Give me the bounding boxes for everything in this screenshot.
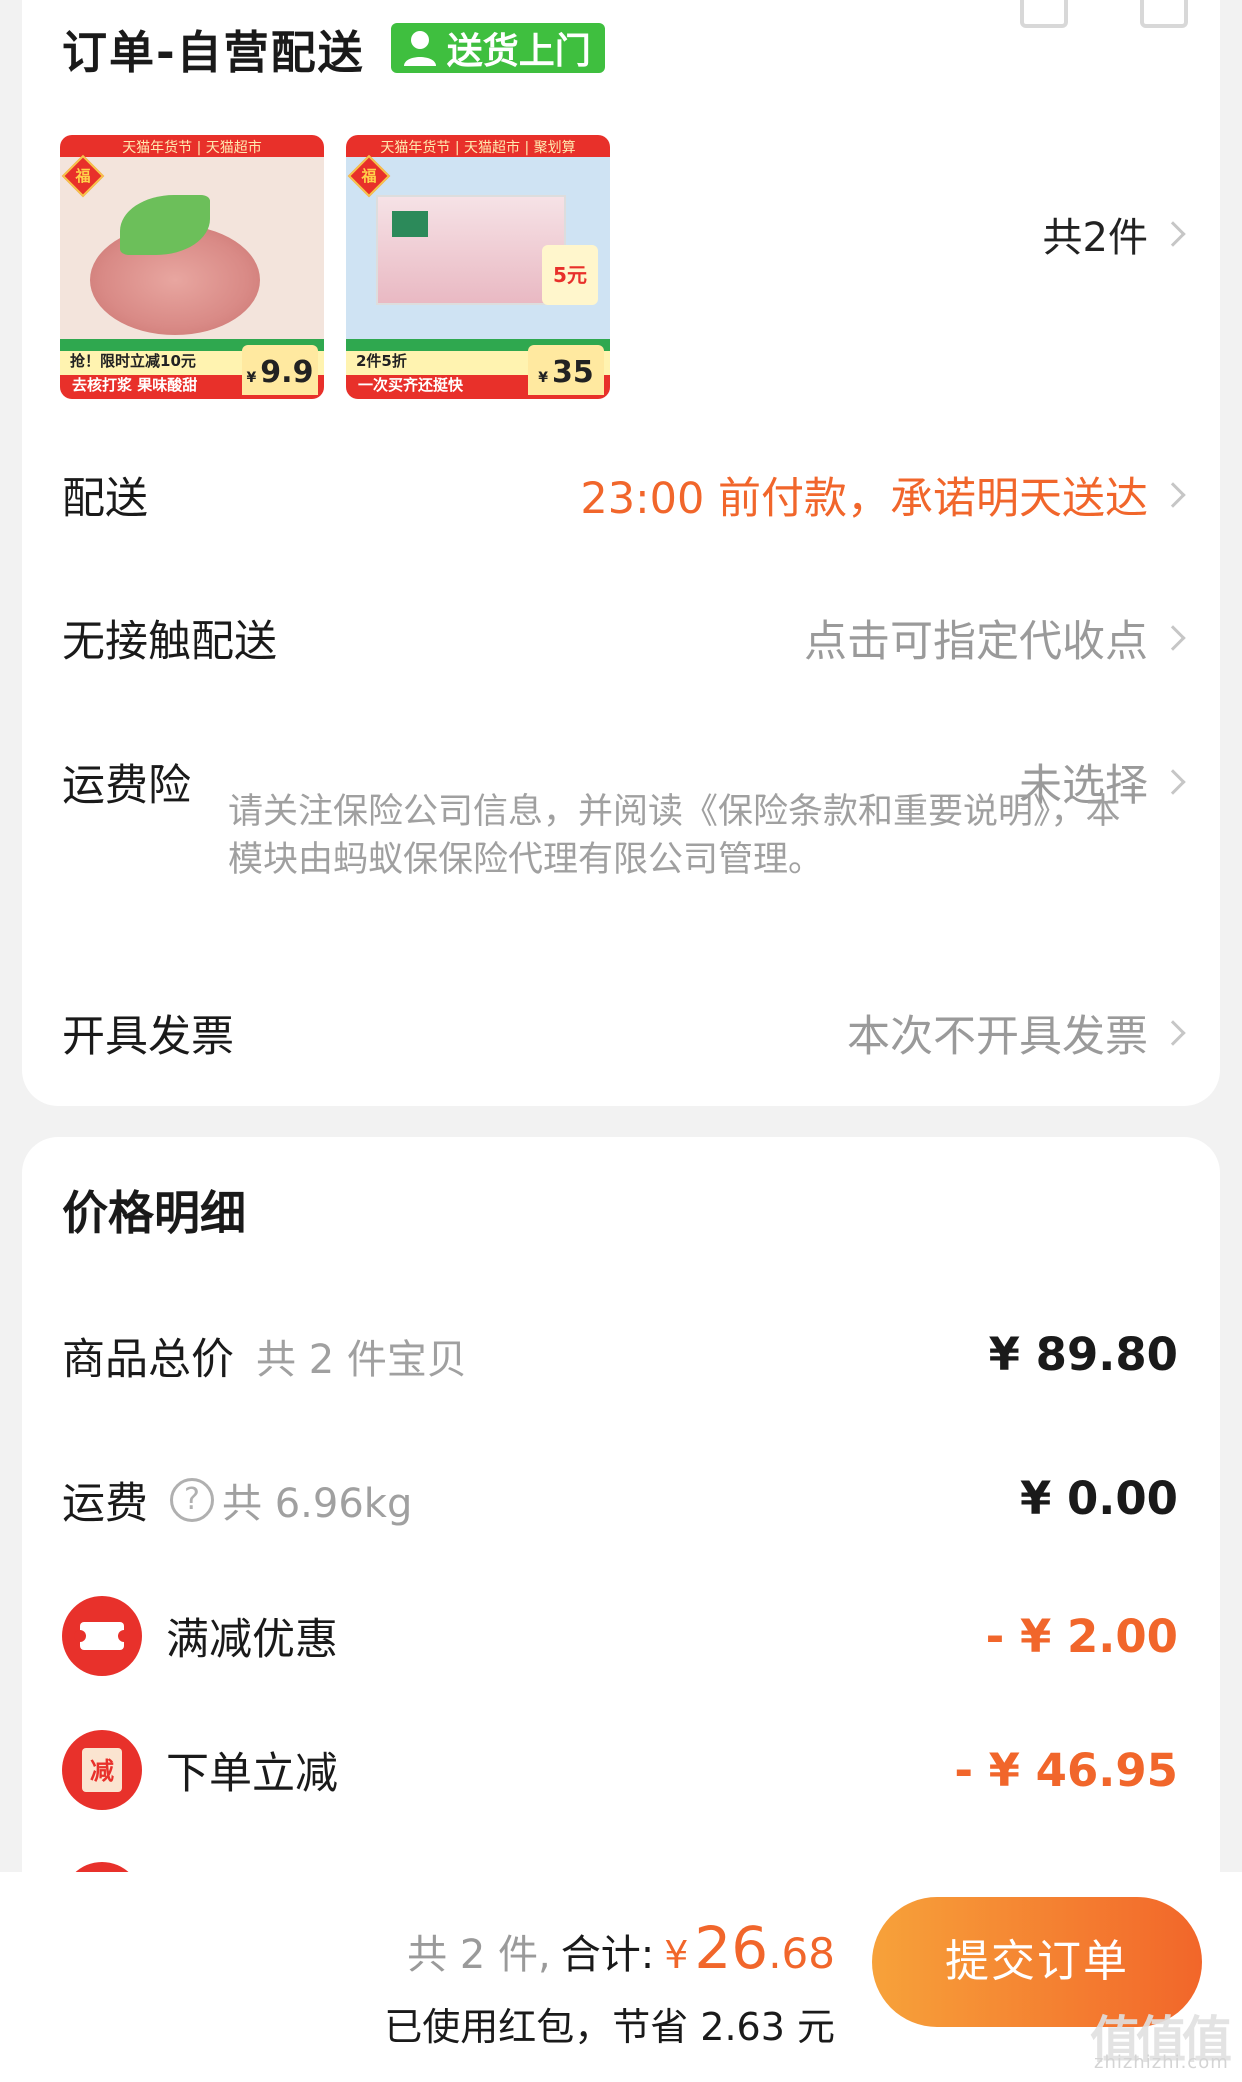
price-detail-title: 价格明细 xyxy=(62,1186,246,1240)
product-thumbnail[interactable]: 天猫年货节 | 天猫超市 | 聚划算 福 5元 2件5折 一次买齐还挺快 ¥35 xyxy=(346,135,610,399)
goods-total-label: 商品总价 xyxy=(62,1335,234,1385)
chevron-right-icon xyxy=(1160,1020,1186,1046)
goods-total-amount: ¥ 89.80 xyxy=(988,1328,1178,1381)
red-packet-saving: 已使用红包，节省 2.63 元 xyxy=(384,2005,835,2049)
delivery-value: 23:00 前付款，承诺明天送达 xyxy=(580,464,1186,526)
order-header: 订单-自营配送 送货上门 xyxy=(62,18,605,79)
goods-total-row: 商品总价 共 2 件宝贝 xyxy=(62,1326,467,1386)
fu-badge-icon: 福 xyxy=(61,154,105,198)
total-currency: ¥ xyxy=(664,1933,689,1977)
delivery-row[interactable]: 配送 23:00 前付款，承诺明天送达 xyxy=(62,464,1186,526)
shipping-insurance-label: 运费险 xyxy=(62,761,191,811)
chevron-right-icon xyxy=(1160,769,1186,795)
delivery-label: 配送 xyxy=(62,474,148,524)
share-icon[interactable] xyxy=(1140,0,1188,28)
order-discount-label: 下单立减 xyxy=(166,1749,338,1799)
contactless-value: 点击可指定代收点 xyxy=(804,607,1186,669)
shipping-weight: 共 6.96kg xyxy=(222,1481,413,1527)
total-summary: 共 2 件, 合计: ¥ 26 .68 xyxy=(407,1914,835,1982)
shipping-fee-label: 运费 xyxy=(62,1479,148,1529)
insurance-note: 请关注保险公司信息，并阅读《保险条款和重要说明》，本模块由蚂蚁保保险代理有限公司… xyxy=(228,792,1121,880)
total-amount-decimal: .68 xyxy=(768,1929,835,1978)
item-count-link[interactable]: 共2件 xyxy=(1042,205,1186,263)
thumb-promo-line: 抢！限时立减10元 xyxy=(70,352,196,370)
thumb-badge: 5元 xyxy=(542,245,598,305)
item-count: 共2件 xyxy=(1042,215,1148,261)
goods-total-count: 共 2 件宝贝 xyxy=(256,1337,467,1383)
thumb-banner: 天猫年货节 | 天猫超市 | 聚划算 xyxy=(380,140,576,156)
total-amount-integer: 26 xyxy=(694,1914,769,1982)
order-discount-row: 减 下单立减 xyxy=(62,1730,338,1810)
total-label: 合计: xyxy=(560,1932,655,1978)
fu-badge-icon: 福 xyxy=(347,154,391,198)
download-icon[interactable] xyxy=(1020,0,1068,28)
invoice-value: 本次不开具发票 xyxy=(847,1002,1186,1064)
product-image xyxy=(376,195,566,305)
discount-icon: 减 xyxy=(62,1730,142,1810)
chevron-right-icon xyxy=(1160,482,1186,508)
order-title: 订单-自营配送 xyxy=(62,25,365,79)
thumb-price: ¥9.9 xyxy=(242,345,318,395)
full-reduction-amount: - ¥ 2.00 xyxy=(985,1610,1178,1663)
delivery-tag: 送货上门 xyxy=(390,23,605,73)
shipping-fee-amount: ¥ 0.00 xyxy=(1019,1472,1178,1525)
chevron-right-icon xyxy=(1160,625,1186,651)
contactless-row[interactable]: 无接触配送 点击可指定代收点 xyxy=(62,607,1186,669)
order-discount-amount: - ¥ 46.95 xyxy=(954,1744,1178,1797)
thumb-price: ¥35 xyxy=(528,345,604,395)
full-reduction-row: 满减优惠 xyxy=(62,1596,338,1676)
total-count: 共 2 件, xyxy=(407,1932,551,1978)
shipping-fee-row: 运费 ? 共 6.96kg xyxy=(62,1470,412,1530)
thumb-banner: 天猫年货节 | 天猫超市 xyxy=(122,140,262,156)
contactless-label: 无接触配送 xyxy=(62,617,277,667)
thumb-promo-line: 2件5折 xyxy=(356,352,407,370)
top-icons xyxy=(1020,0,1220,30)
coupon-icon xyxy=(62,1596,142,1676)
product-thumbnail[interactable]: 天猫年货节 | 天猫超市 福 抢！限时立减10元 去核打浆 果味酸甜 ¥9.9 xyxy=(60,135,324,399)
person-icon xyxy=(403,31,436,66)
product-thumbnails[interactable]: 天猫年货节 | 天猫超市 福 抢！限时立减10元 去核打浆 果味酸甜 ¥9.9 … xyxy=(60,135,632,399)
full-reduction-label: 满减优惠 xyxy=(166,1615,338,1665)
invoice-row[interactable]: 开具发票 本次不开具发票 xyxy=(62,1002,1186,1064)
thumb-sub-line: 去核打浆 果味酸甜 xyxy=(72,376,198,394)
chevron-right-icon xyxy=(1160,221,1186,247)
checkout-bar: 共 2 件, 合计: ¥ 26 .68 已使用红包，节省 2.63 元 提交订单 xyxy=(0,1872,1242,2082)
help-icon[interactable]: ? xyxy=(170,1478,214,1522)
delivery-tag-label: 送货上门 xyxy=(446,31,591,72)
invoice-label: 开具发票 xyxy=(62,1012,234,1062)
watermark-site: zhizhizhi.com xyxy=(1094,2052,1229,2073)
thumb-sub-line: 一次买齐还挺快 xyxy=(358,376,464,394)
